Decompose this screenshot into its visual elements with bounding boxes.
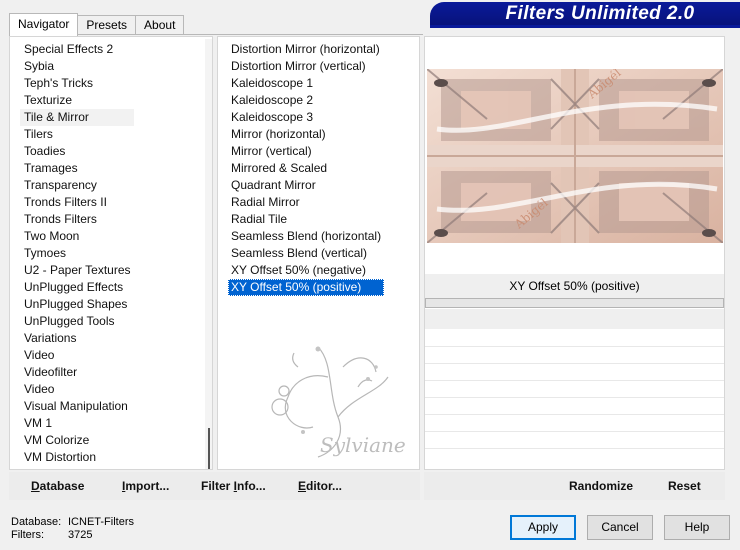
category-item[interactable]: Tile & Mirror: [20, 109, 134, 126]
parameter-bar[interactable]: [425, 298, 724, 308]
right-button-bar: Randomize Reset: [424, 472, 725, 500]
banner-underline: [430, 25, 740, 28]
category-item[interactable]: Videofilter: [20, 364, 134, 381]
category-item[interactable]: UnPlugged Tools: [20, 313, 134, 330]
tab-about[interactable]: About: [135, 15, 185, 35]
filters-status-value: 3725: [68, 529, 93, 541]
category-item[interactable]: VM Colorize: [20, 432, 134, 449]
category-item[interactable]: Sybia: [20, 58, 134, 75]
filter-list: Distortion Mirror (horizontal) Distortion…: [228, 41, 385, 296]
filter-item[interactable]: Kaleidoscope 3: [228, 109, 384, 126]
category-item[interactable]: UnPlugged Effects: [20, 279, 134, 296]
database-status-value: ICNET-Filters: [68, 516, 134, 528]
apply-button[interactable]: Apply: [510, 515, 576, 540]
slider-row: [425, 380, 724, 381]
category-item[interactable]: Texturize: [20, 92, 134, 109]
editor-button[interactable]: Editor...: [298, 472, 342, 500]
category-item[interactable]: VM 1: [20, 415, 134, 432]
slider-row: [425, 363, 724, 364]
import-button[interactable]: Import...: [122, 472, 169, 500]
filter-info-button-prefix: Filter: [201, 479, 234, 493]
filter-item[interactable]: Seamless Blend (horizontal): [228, 228, 384, 245]
filter-item[interactable]: Mirror (vertical): [228, 143, 384, 160]
category-item[interactable]: Tramages: [20, 160, 134, 177]
filter-item[interactable]: XY Offset 50% (negative): [228, 262, 384, 279]
filter-item[interactable]: XY Offset 50% (positive): [228, 279, 385, 296]
category-item[interactable]: Video: [20, 381, 134, 398]
category-item[interactable]: Tronds Filters: [20, 211, 134, 228]
category-item[interactable]: Video: [20, 347, 134, 364]
slider-row: [425, 414, 724, 415]
editor-button-mnemonic: E: [298, 479, 307, 493]
category-item[interactable]: Tilers: [20, 126, 134, 143]
slider-row: [425, 431, 724, 432]
watermark-signature: Sylviane: [320, 433, 406, 457]
category-item[interactable]: UnPlugged Shapes: [20, 296, 134, 313]
category-item[interactable]: Variations: [20, 330, 134, 347]
filter-item[interactable]: Mirror (horizontal): [228, 126, 384, 143]
category-item[interactable]: U2 - Paper Textures: [20, 262, 134, 279]
tab-presets[interactable]: Presets: [77, 15, 137, 35]
tab-navigator[interactable]: Navigator: [9, 13, 79, 36]
category-item[interactable]: Teph's Tricks: [20, 75, 134, 92]
tab-bar: Navigator Presets About: [9, 13, 185, 36]
help-button[interactable]: Help: [664, 515, 730, 540]
left-button-bar: Database Import... Filter Info... Editor…: [9, 472, 420, 500]
category-item[interactable]: Visual Manipulation: [20, 398, 134, 415]
filter-item[interactable]: Mirrored & Scaled: [228, 160, 384, 177]
filter-item[interactable]: Seamless Blend (vertical): [228, 245, 384, 262]
filter-item[interactable]: Distortion Mirror (vertical): [228, 58, 384, 75]
category-item[interactable]: VM Distortion: [20, 449, 134, 466]
floral-swirl-icon: Sylviane: [271, 346, 406, 458]
slider-row: [425, 346, 724, 347]
database-button[interactable]: Database: [31, 472, 84, 500]
import-button-label: mport...: [125, 479, 170, 493]
parameter-spacer: [425, 309, 724, 329]
filter-item[interactable]: Kaleidoscope 2: [228, 92, 384, 109]
slider-row: [425, 448, 724, 449]
category-item[interactable]: Tronds Filters II: [20, 194, 134, 211]
category-scrollbar[interactable]: [205, 39, 212, 469]
category-item[interactable]: Transparency: [20, 177, 134, 194]
filter-list-panel[interactable]: Distortion Mirror (horizontal) Distortion…: [217, 36, 420, 470]
editor-button-label: ditor...: [306, 479, 343, 493]
filter-item[interactable]: Kaleidoscope 1: [228, 75, 384, 92]
database-button-mnemonic: D: [31, 479, 40, 493]
filter-item[interactable]: Radial Tile: [228, 211, 384, 228]
slider-row: [425, 397, 724, 398]
database-status-label: Database:: [11, 516, 62, 528]
database-button-label: atabase: [39, 479, 85, 493]
filter-preview-image: Abigél Abigél: [427, 69, 723, 243]
category-item[interactable]: Special Effects 2: [20, 41, 134, 58]
filters-status-label: Filters:: [11, 529, 44, 541]
app-title: Filters Unlimited 2.0: [505, 3, 695, 24]
filter-item[interactable]: Radial Mirror: [228, 194, 384, 211]
reset-button[interactable]: Reset: [668, 472, 701, 500]
category-list-panel[interactable]: Special Effects 2 Sybia Teph's Tricks Textu…: [9, 36, 213, 470]
filter-item[interactable]: Distortion Mirror (horizontal): [228, 41, 384, 58]
filter-info-button[interactable]: Filter Info...: [201, 472, 266, 500]
category-list: Special Effects 2 Sybia Teph's Tricks Textu…: [20, 41, 134, 466]
preview-panel: Abigél Abigél XY Offset 50% (positive): [424, 36, 725, 470]
category-item[interactable]: Tymoes: [20, 245, 134, 262]
filter-info-button-label: nfo...: [237, 479, 266, 493]
status-area: Database: ICNET-Filters Filters: 3725: [11, 516, 134, 542]
selected-filter-label: XY Offset 50% (positive): [425, 274, 724, 298]
category-item[interactable]: Toadies: [20, 143, 134, 160]
cancel-button[interactable]: Cancel: [587, 515, 653, 540]
category-scrollbar-thumb[interactable]: [208, 428, 210, 469]
filter-item[interactable]: Quadrant Mirror: [228, 177, 384, 194]
category-item[interactable]: Two Moon: [20, 228, 134, 245]
randomize-button[interactable]: Randomize: [569, 472, 633, 500]
